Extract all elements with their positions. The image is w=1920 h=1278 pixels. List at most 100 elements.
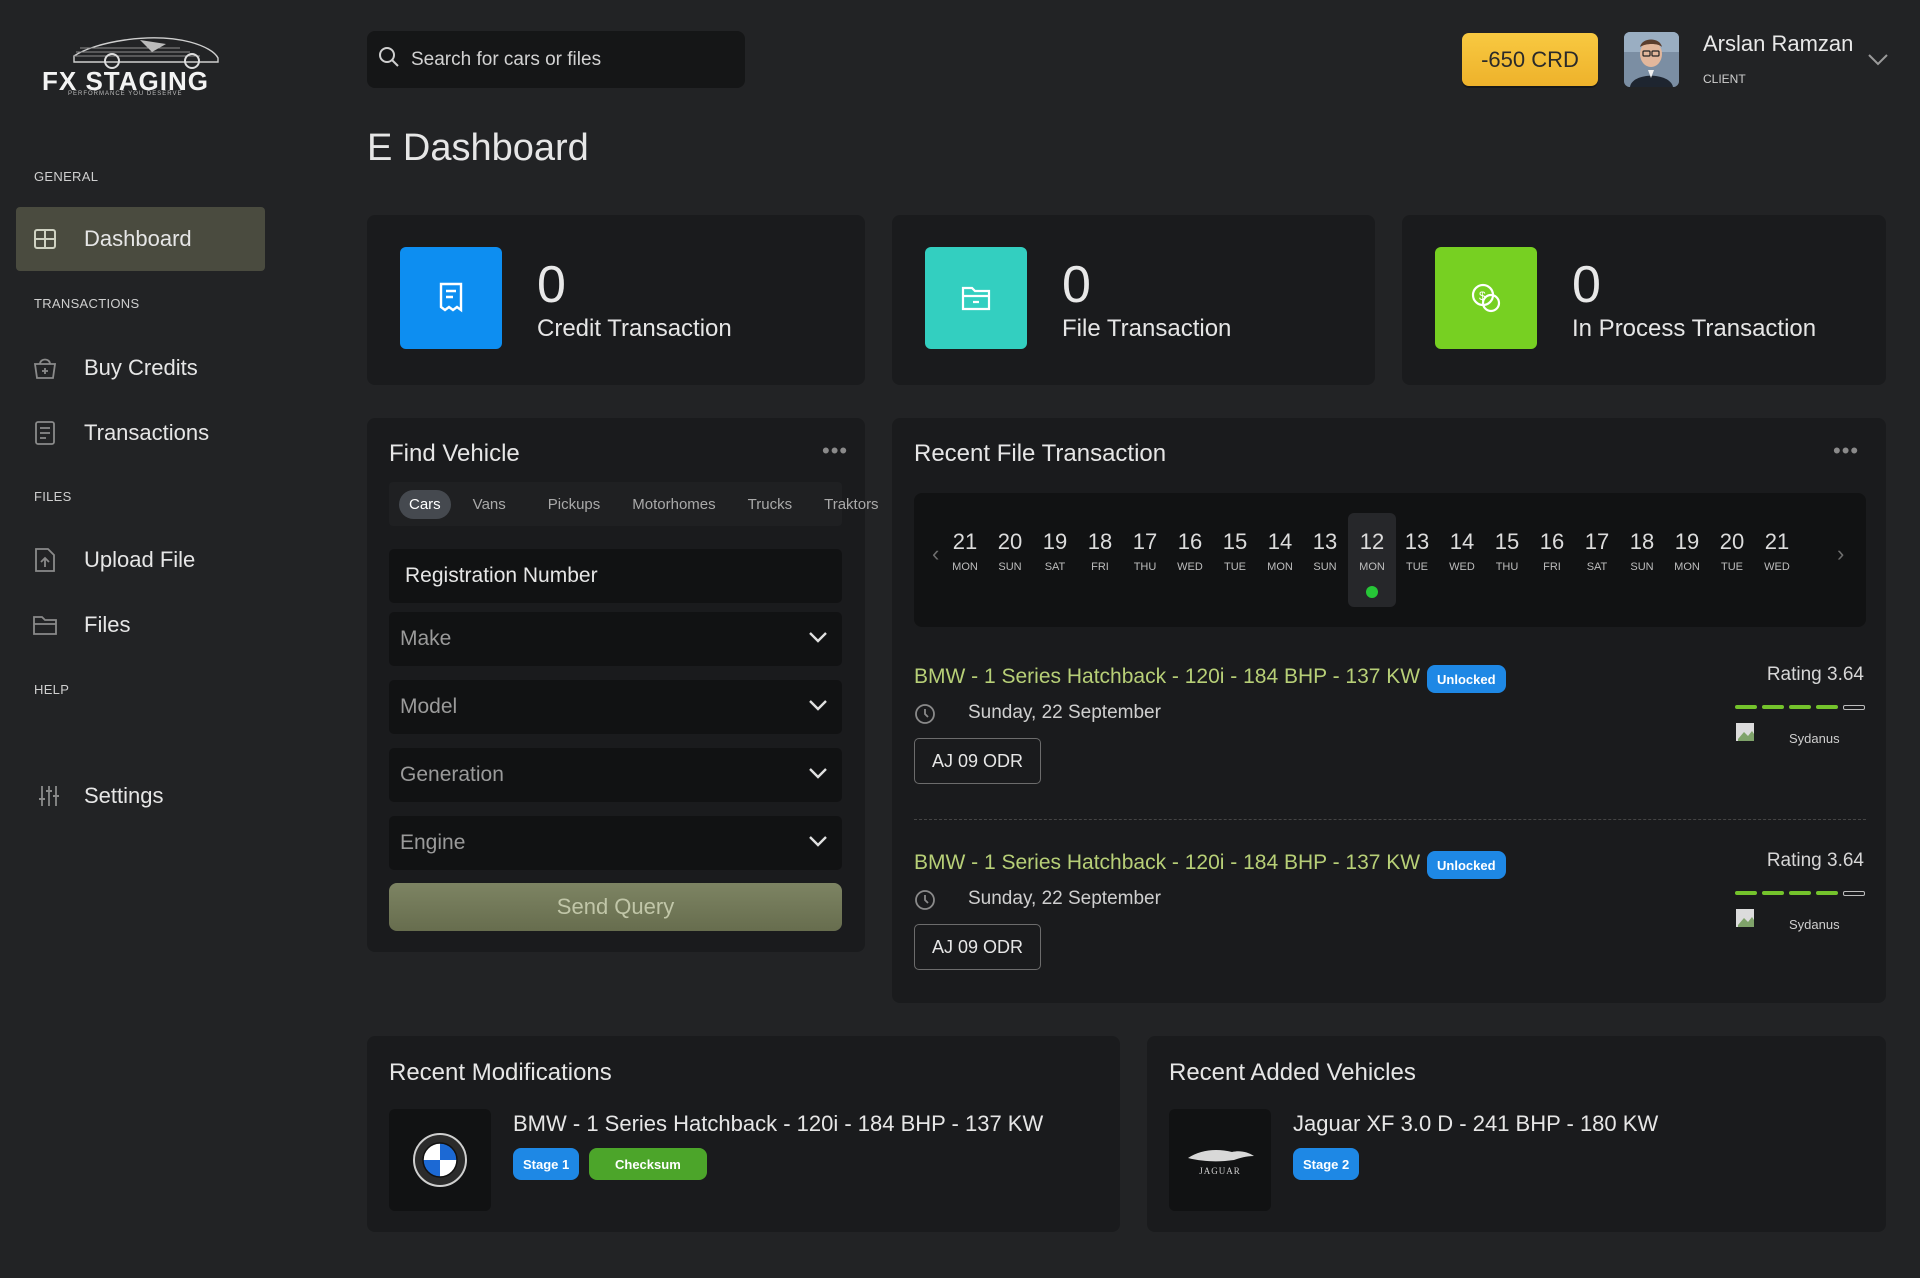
calendar-day-number: 16	[1177, 529, 1203, 554]
receipt-icon	[400, 247, 502, 349]
chevron-down-icon	[808, 834, 828, 853]
transaction-title[interactable]: BMW - 1 Series Hatchback - 120i - 184 BH…	[914, 665, 1420, 689]
tab-pickups[interactable]: Pickups	[538, 490, 611, 519]
more-menu-icon[interactable]: •••	[822, 438, 848, 464]
calendar-day[interactable]: 20 TUE	[1708, 513, 1756, 607]
modification-title[interactable]: BMW - 1 Series Hatchback - 120i - 184 BH…	[513, 1111, 1043, 1137]
send-query-button[interactable]: Send Query	[389, 883, 842, 931]
calendar-day[interactable]: 14 MON	[1256, 513, 1304, 607]
credits-badge[interactable]: -650 CRD	[1462, 33, 1598, 86]
chevron-down-icon[interactable]	[1867, 53, 1889, 72]
calendar-day-weekday: WED	[1449, 561, 1475, 573]
stat-value: 0	[1572, 256, 1601, 314]
avatar[interactable]	[1624, 32, 1679, 87]
sliders-icon	[34, 781, 64, 811]
search-bar	[367, 31, 745, 88]
tab-trucks[interactable]: Trucks	[738, 490, 802, 519]
receipt-icon	[30, 418, 60, 448]
sidebar: FX STAGING PERFORMANCE YOU DESERVE GENER…	[0, 0, 290, 1278]
folder-icon	[925, 247, 1027, 349]
section-label-transactions: TRANSACTIONS	[34, 296, 140, 311]
tab-cars[interactable]: Cars	[399, 489, 451, 519]
calendar-day[interactable]: 13 TUE	[1393, 513, 1441, 607]
calendar-day[interactable]: 17 THU	[1121, 513, 1169, 607]
logo-tagline: PERFORMANCE YOU DESERVE	[68, 91, 183, 97]
stat-card-in-process[interactable]: $ 0 In Process Transaction	[1402, 215, 1886, 385]
sidebar-item-upload-file[interactable]: Upload File	[16, 528, 265, 592]
calendar-day[interactable]: 18 SUN	[1618, 513, 1666, 607]
rating-label: Rating 3.64	[1766, 664, 1864, 685]
calendar-day[interactable]: 13 SUN	[1301, 513, 1349, 607]
calendar-day-weekday: MON	[1359, 561, 1385, 573]
calendar-day-weekday: FRI	[1091, 561, 1109, 573]
card-title: Recent Modifications	[389, 1059, 612, 1086]
calendar-day[interactable]: 16 WED	[1166, 513, 1214, 607]
rating-label: Rating 3.64	[1766, 850, 1864, 871]
rating-bar-empty	[1843, 705, 1865, 710]
more-menu-icon[interactable]: •••	[1833, 438, 1859, 464]
engine-select[interactable]: Engine	[389, 816, 842, 870]
stat-label: File Transaction	[1062, 315, 1232, 342]
tab-traktors[interactable]: Traktors	[814, 490, 888, 519]
sidebar-item-transactions[interactable]: Transactions	[16, 401, 265, 465]
registration-input[interactable]	[400, 564, 800, 588]
calendar-day[interactable]: 14 WED	[1438, 513, 1486, 607]
rating-bar-filled	[1735, 705, 1757, 709]
calendar-day[interactable]: 20 SUN	[986, 513, 1034, 607]
transaction-title[interactable]: BMW - 1 Series Hatchback - 120i - 184 BH…	[914, 851, 1420, 875]
calendar-day-weekday: TUE	[1406, 561, 1428, 573]
stat-card-file[interactable]: 0 File Transaction	[892, 215, 1375, 385]
calendar-day[interactable]: 18 FRI	[1076, 513, 1124, 607]
calendar-day-number: 14	[1267, 529, 1293, 554]
calendar-day[interactable]: 19 MON	[1663, 513, 1711, 607]
card-title: Recent Added Vehicles	[1169, 1059, 1416, 1086]
calendar-day-weekday: SAT	[1044, 561, 1066, 573]
tab-motorhomes[interactable]: Motorhomes	[622, 490, 725, 519]
search-input[interactable]	[411, 48, 731, 71]
sidebar-item-settings[interactable]: Settings	[16, 764, 265, 828]
clock-icon	[914, 703, 936, 730]
calendar-day-selected[interactable]: 12 MON	[1348, 513, 1396, 607]
calendar-day[interactable]: 16 FRI	[1528, 513, 1576, 607]
calendar-day[interactable]: 15 THU	[1483, 513, 1531, 607]
sidebar-item-dashboard[interactable]: Dashboard	[16, 207, 265, 271]
vehicle-title[interactable]: Jaguar XF 3.0 D - 241 BHP - 180 KW	[1293, 1111, 1658, 1137]
grid-icon	[30, 224, 60, 254]
calendar-day-weekday: TUE	[1224, 561, 1246, 573]
user-role: CLIENT	[1703, 72, 1746, 86]
model-select[interactable]: Model	[389, 680, 842, 734]
calendar-day-number: 21	[952, 529, 978, 554]
transaction-date: Sunday, 22 September	[968, 888, 1161, 909]
card-title: Find Vehicle	[389, 440, 520, 467]
status-badge: Unlocked	[1427, 851, 1506, 879]
folder-icon	[30, 610, 60, 640]
calendar-day-weekday: MON	[952, 561, 978, 573]
calendar-day-weekday: WED	[1764, 561, 1790, 573]
registration-field	[389, 549, 842, 603]
calendar-day[interactable]: 21 MON	[941, 513, 989, 607]
calendar-day[interactable]: 21 WED	[1753, 513, 1801, 607]
calendar-day[interactable]: 17 SAT	[1573, 513, 1621, 607]
tab-vans[interactable]: Vans	[463, 490, 516, 519]
chevron-left-icon[interactable]: ‹	[932, 541, 939, 567]
find-vehicle-card: Find Vehicle ••• Cars Vans Pickups Motor…	[367, 418, 879, 952]
generation-select[interactable]: Generation	[389, 748, 842, 802]
sidebar-item-files[interactable]: Files	[16, 593, 265, 657]
stat-card-credit[interactable]: 0 Credit Transaction	[367, 215, 865, 385]
calendar-day-weekday: SUN	[1630, 561, 1654, 573]
transaction-user: Sydanus	[1789, 731, 1840, 746]
sidebar-item-label: Upload File	[84, 547, 196, 572]
calendar-day-number: 20	[1719, 529, 1745, 554]
calendar-day[interactable]: 19 SAT	[1031, 513, 1079, 607]
date-strip: ‹ › 21 MON 20 SUN 19 SAT 18 FRI 17 THU 16 WED 15 TUE 1…	[914, 493, 1866, 627]
chevron-right-icon[interactable]: ›	[1837, 541, 1844, 567]
sidebar-item-buy-credits[interactable]: Buy Credits	[16, 336, 265, 400]
clock-icon	[914, 889, 936, 916]
calendar-day[interactable]: 15 TUE	[1211, 513, 1259, 607]
calendar-day-number: 13	[1312, 529, 1338, 554]
make-select[interactable]: Make	[389, 612, 842, 666]
calendar-day-number: 18	[1629, 529, 1655, 554]
calendar-day-number: 16	[1539, 529, 1565, 554]
broken-image-icon	[1735, 720, 1765, 748]
user-name[interactable]: Arslan Ramzan	[1703, 31, 1853, 57]
